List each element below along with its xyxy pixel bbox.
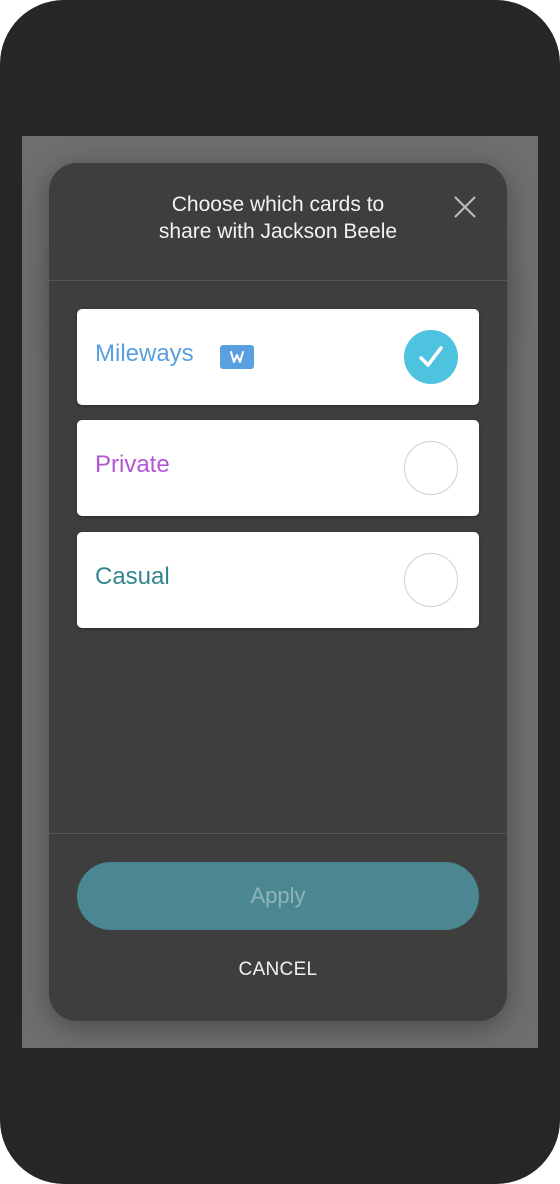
close-button[interactable] xyxy=(449,191,481,223)
card-label: Casual xyxy=(95,563,170,590)
phone-frame: Choose which cards to share with Jackson… xyxy=(0,0,560,1184)
card-option-casual[interactable]: Casual xyxy=(77,532,479,628)
header-divider xyxy=(49,280,507,281)
card-label: Private xyxy=(95,451,170,478)
apply-button[interactable]: Apply xyxy=(77,862,479,930)
card-option-private[interactable]: Private xyxy=(77,420,479,516)
card-badge xyxy=(220,345,254,369)
card-label: Mileways xyxy=(95,340,194,367)
checkbox-unselected[interactable] xyxy=(404,553,458,607)
checkbox-selected[interactable] xyxy=(404,330,458,384)
cancel-button[interactable]: CANCEL xyxy=(178,958,378,982)
share-cards-dialog: Choose which cards to share with Jackson… xyxy=(49,163,507,1021)
card-brand-icon xyxy=(220,345,254,369)
dialog-title: Choose which cards to share with Jackson… xyxy=(158,193,398,243)
checkmark-icon xyxy=(419,346,443,367)
checkbox-unselected[interactable] xyxy=(404,441,458,495)
footer-divider xyxy=(49,833,507,834)
close-icon xyxy=(454,196,476,218)
card-option-mileways[interactable]: Mileways xyxy=(77,309,479,405)
